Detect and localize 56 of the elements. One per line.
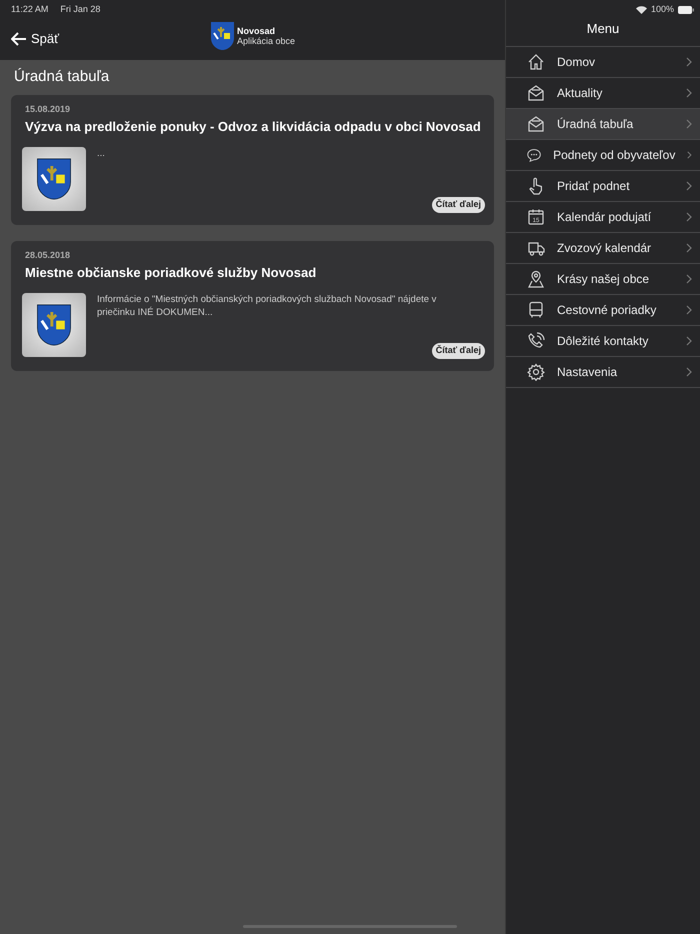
chevron-right-icon <box>686 274 692 284</box>
post-title: Výzva na predloženie ponuky - Odvoz a likvidácia odpadu v obci Novosad <box>25 118 482 136</box>
post-date: 15.08.2019 <box>25 102 72 116</box>
chevron-right-icon <box>686 212 692 222</box>
page-title: Úradná tabuľa <box>14 67 110 87</box>
crest-icon <box>36 302 72 346</box>
read-more-button[interactable]: Čítať ďalej <box>432 197 485 212</box>
menu-label: Nastavenia <box>557 364 618 381</box>
envelope-icon <box>527 115 545 133</box>
menu-title: Menu <box>586 20 620 38</box>
bus-icon <box>527 301 545 319</box>
menu-label: Pridať podnet <box>557 178 631 195</box>
post-title: Miestne občianske poriadkové služby Novosad <box>25 264 318 282</box>
chevron-right-icon <box>686 305 692 315</box>
post-card[interactable]: 15.08.2019 Výzva na predloženie ponuky - Odvoz a likvidácia odpadu v obci Novosad ... Čítať ďalej <box>11 94 494 224</box>
read-more-button[interactable]: Čítať ďalej <box>432 343 485 358</box>
menu-item[interactable]: Úradná tabuľa <box>506 109 700 140</box>
post-excerpt: ... <box>97 146 106 160</box>
map-pin-icon <box>527 270 545 288</box>
menu-label: Domov <box>557 54 596 71</box>
menu-label: Krásy našej obce <box>557 271 650 288</box>
post-date: 28.05.2018 <box>25 248 72 262</box>
crest-icon <box>36 156 72 200</box>
chevron-right-icon <box>686 243 692 253</box>
chevron-right-icon <box>686 336 692 346</box>
menu-label: Cestovné poriadky <box>557 302 658 319</box>
chevron-right-icon <box>687 150 692 160</box>
speech-bubble-icon <box>527 146 542 164</box>
phone-icon <box>527 332 545 350</box>
app-subtitle: Aplikácia obce <box>237 36 296 46</box>
battery-percentage: 100% <box>650 3 674 16</box>
settings-icon <box>527 363 545 381</box>
menu-label: Úradná tabuľa <box>557 116 634 133</box>
menu-label: Dôležité kontakty <box>557 333 650 350</box>
chevron-right-icon <box>686 57 692 67</box>
menu-label: Podnety od obyvateľov <box>553 147 676 164</box>
status-date: Fri Jan 28 <box>60 3 100 16</box>
house-icon <box>527 53 545 71</box>
status-time: 11:22 AM <box>11 3 48 16</box>
chevron-right-icon <box>686 88 692 98</box>
chevron-right-icon <box>686 181 692 191</box>
post-card[interactable]: 28.05.2018 Miestne občianske poriadkové služby Novosad Informácie o "Miestných občianských poriadkových službach Novosad" nájdete v priečinku INÉ DOKUMEN... Čítať ďalej <box>11 240 494 370</box>
crest-icon <box>210 21 235 51</box>
chevron-right-icon <box>686 119 692 129</box>
back-button[interactable]: Späť <box>11 29 60 48</box>
menu-label: Aktuality <box>557 85 604 102</box>
app-name: Novosad <box>237 26 276 36</box>
menu-label: Zvozový kalendár <box>557 240 652 257</box>
menu-label: Kalendár podujatí <box>557 209 652 226</box>
envelope-icon <box>527 84 545 102</box>
pointing-hand-icon <box>527 177 545 195</box>
battery-icon <box>678 6 694 14</box>
back-arrow-icon <box>11 32 27 46</box>
post-excerpt: Informácie o "Miestných občianských poriadkových službach Novosad" nájdete v priečinku INÉ DOKUMEN... <box>97 292 438 318</box>
chevron-right-icon <box>686 367 692 377</box>
wifi-icon <box>636 6 647 14</box>
